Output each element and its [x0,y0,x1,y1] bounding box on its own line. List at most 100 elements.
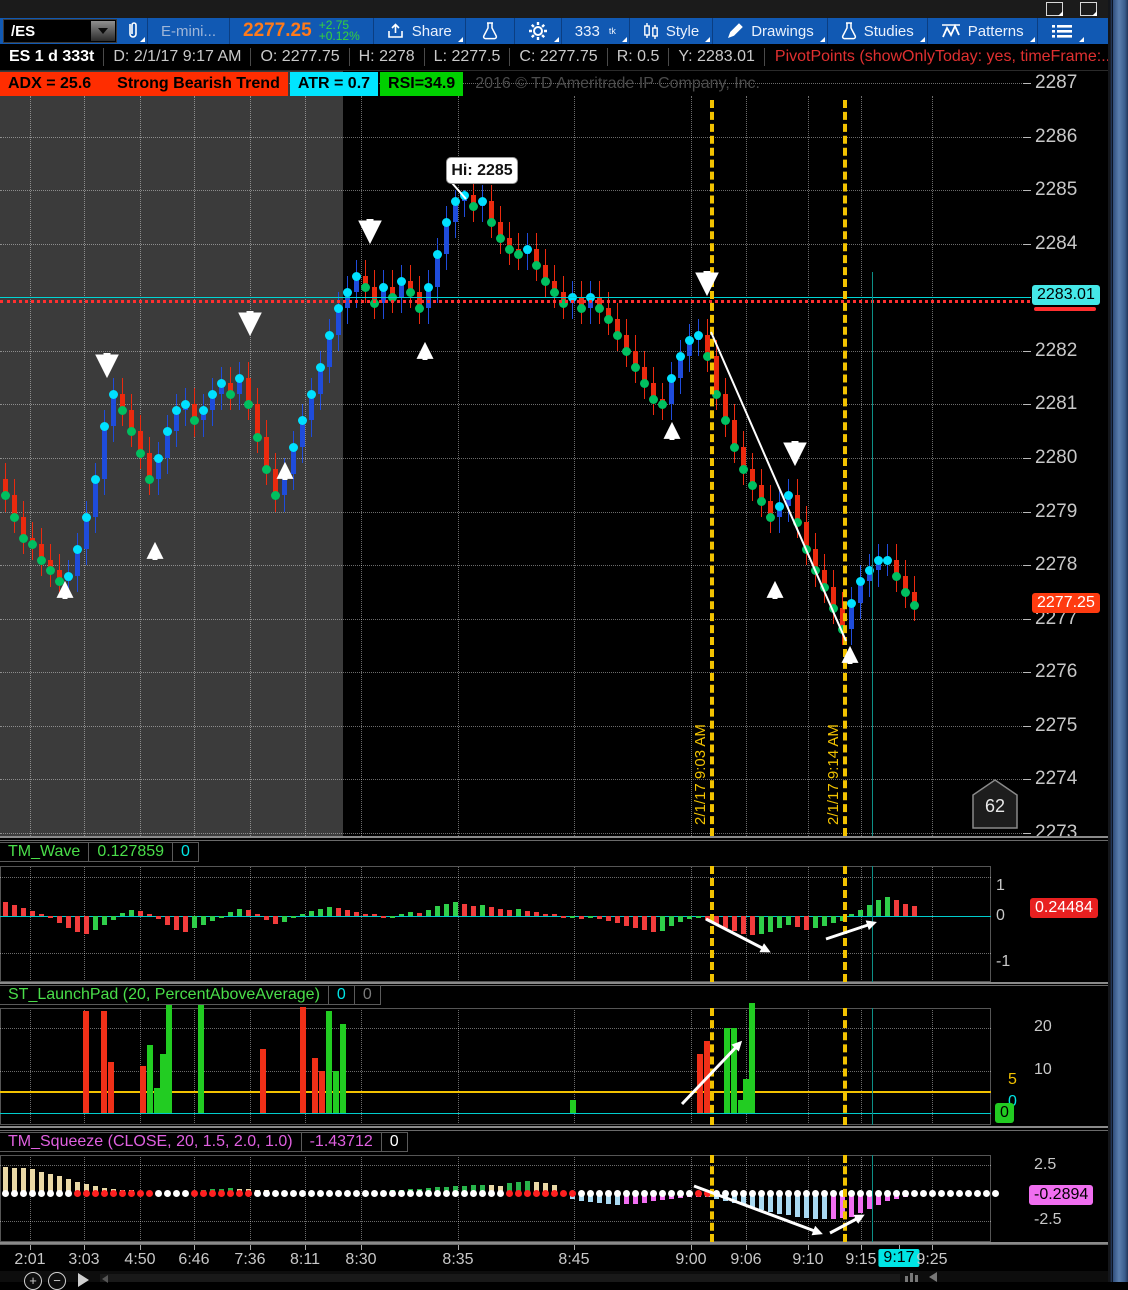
squeeze-dot [155,1190,162,1197]
wave-bar [903,904,908,916]
wave-bar [48,916,53,918]
squeeze-panel-header[interactable]: TM_Squeeze (CLOSE, 20, 1.5, 2.0, 1.0) -1… [0,1132,408,1152]
window-edge-strip [1108,0,1128,1282]
panel-separator[interactable] [0,840,1108,841]
squeeze-dot [371,1190,378,1197]
paperclip-icon [125,21,139,41]
launchpad-axis-label: 20 [1034,1018,1052,1036]
squeeze-dot [101,1190,108,1197]
wave-bar [264,916,269,920]
trend-dot [577,304,586,313]
squeeze-dot [56,1190,63,1197]
symbol-description[interactable]: E-mini... [148,18,229,44]
drawings-button[interactable]: Drawings [713,18,827,44]
candle [714,356,719,393]
settings-button[interactable] [515,18,561,44]
layout-single-icon[interactable] [1046,2,1063,16]
squeeze-dot [920,1190,927,1197]
zoom-in-button[interactable]: + [24,1272,42,1290]
pivot-red-underlay [1034,307,1096,311]
wave-bar [777,916,782,928]
style-button[interactable]: Style [630,18,712,44]
chart-area[interactable]: 2287228622852284228222812280227922782277… [0,0,1108,1282]
symbol-input[interactable]: /ES [3,19,117,43]
wave-bar [3,902,8,916]
panel-separator[interactable] [0,982,1108,984]
wave-bar [624,916,629,926]
trend-dot [487,218,496,227]
launchpad-bar [83,1011,89,1113]
trend-dot [361,283,370,292]
squeeze-dot [965,1190,972,1197]
symbol-dropdown-button[interactable] [91,21,115,41]
trend-dot [37,556,46,565]
squeeze-dot [236,1190,243,1197]
note-badge[interactable]: 62 [972,779,1018,829]
gridline [0,404,1030,405]
onchart-studies-button[interactable] [466,18,514,44]
trend-dot [505,245,514,254]
chart-menu-button[interactable] [1038,18,1086,44]
trend-dot [73,545,82,554]
rsi-study-label[interactable]: RSI=34.9 [380,72,463,96]
wave-bar [93,916,98,930]
squeeze-study-title[interactable]: TM_Squeeze (CLOSE, 20, 1.5, 2.0, 1.0) [0,1132,302,1152]
share-button[interactable]: Share [374,18,465,44]
studies-button[interactable]: Studies [828,18,927,44]
trend-dot [721,416,730,425]
gridline [574,96,575,836]
panel-separator[interactable] [0,1126,1108,1128]
adx-study-label[interactable]: ADX = 25.6 Strong Bearish Trend [0,72,288,96]
zoom-out-button[interactable]: − [48,1272,66,1290]
squeeze-dot [560,1190,567,1197]
ohlc-field: Y: 2283.01 [669,48,765,66]
trend-dot [460,191,469,200]
launchpad-panel-header[interactable]: ST_LaunchPad (20, PercentAboveAverage) 0… [0,985,381,1005]
squeeze-axis-label: -2.5 [1034,1211,1062,1229]
trend-dot [478,197,487,206]
time-tick [84,1245,85,1250]
panel-separator[interactable] [0,1130,1108,1131]
wave-bar [543,914,548,916]
squeeze-dot [443,1190,450,1197]
alert-vline-yellow [843,1155,847,1242]
trend-dot [316,363,325,372]
price-axis-tick [1023,565,1031,566]
price-axis-tick [1023,190,1031,191]
panel-separator[interactable] [0,836,1108,838]
gridline [0,726,1030,727]
time-tick [691,1245,692,1250]
time-tick [746,1245,747,1250]
price-axis-tick [1023,672,1031,673]
timeframe-button[interactable]: 333tk [562,18,629,44]
play-button[interactable] [78,1273,89,1287]
trend-dot [649,395,658,404]
time-label: 9:15 [845,1251,876,1269]
time-tick [361,1245,362,1250]
wave-bar [525,911,530,916]
scrollbar-track[interactable] [100,1274,900,1282]
mini-volume-icon[interactable] [905,1272,939,1282]
bottom-scroll-bar[interactable]: + − [0,1271,1108,1282]
price-axis-tick [1023,458,1031,459]
atr-study-label[interactable]: ATR = 0.7 [290,72,378,96]
wave-axis-label: 1 [996,877,1005,895]
time-label: 2:01 [14,1251,45,1269]
layout-grid-icon[interactable] [1080,2,1097,16]
launchpad-bar [140,1066,146,1113]
pivotpoints-study-label[interactable]: PivotPoints (showOnlyToday: yes, timeFra… [765,48,1125,66]
gridline [30,96,31,836]
panel-separator[interactable] [0,1244,1108,1245]
squeeze-dot [902,1190,909,1197]
chart-toolbar: /ES E-mini... 2277.25 +2.75 +0.12% Share [0,18,1108,44]
wave-bar [912,906,917,916]
patterns-button[interactable]: Patterns [928,18,1037,44]
time-label: 3:03 [68,1251,99,1269]
price-axis-label: 2280 [1035,447,1077,469]
link-button[interactable] [117,18,147,44]
launchpad-study-title[interactable]: ST_LaunchPad (20, PercentAboveAverage) [0,985,329,1005]
wave-panel-header[interactable]: TM_Wave 0.127859 0 [0,842,199,862]
wave-bar [75,916,80,932]
squeeze-dot [173,1190,180,1197]
wave-study-title[interactable]: TM_Wave [0,842,89,862]
